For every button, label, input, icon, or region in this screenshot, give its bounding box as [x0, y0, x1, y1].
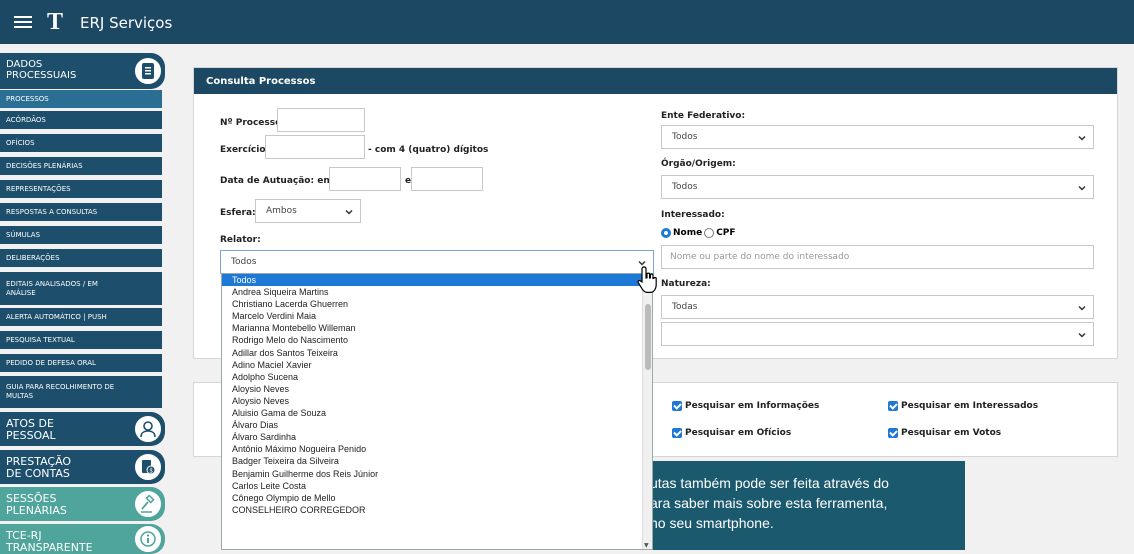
- sidebar-item-representacoes[interactable]: REPRESENTAÇÕES: [0, 180, 162, 198]
- relator-option[interactable]: Andrea Siqueira Martins: [222, 286, 652, 298]
- data-inicio-input[interactable]: [329, 167, 401, 191]
- orgao-select[interactable]: Todos: [661, 175, 1094, 199]
- section-sessoes-plenarias[interactable]: SESSÕES PLENÁRIAS: [0, 487, 165, 521]
- relator-option[interactable]: Todos: [222, 274, 652, 287]
- sidebar-item-guia-multas[interactable]: GUIA PARA RECOLHIMENTO DE MULTAS: [0, 376, 162, 408]
- chevron-down-icon: [1078, 305, 1086, 311]
- radio-cpf[interactable]: [704, 228, 715, 238]
- natureza-select[interactable]: Todas: [661, 295, 1094, 319]
- relator-option[interactable]: Álvaro Sardinha: [222, 431, 652, 443]
- sidebar-item-oficios[interactable]: OFÍCIOS: [0, 134, 162, 152]
- exercicio-hint: - com 4 (quatro) dígitos: [368, 145, 489, 155]
- logo[interactable]: T: [47, 10, 63, 34]
- app-promo-banner: utas também pode ser feita através do ar…: [642, 461, 965, 550]
- document-icon: [133, 56, 163, 86]
- svg-text:$: $: [149, 468, 153, 475]
- relator-option[interactable]: Marianna Montebello Willeman: [222, 322, 652, 334]
- sidebar-item-respostas-consultas[interactable]: RESPOSTAS A CONSULTAS: [0, 203, 162, 221]
- scroll-down-icon[interactable]: ▼: [644, 542, 649, 549]
- relator-option[interactable]: Adino Maciel Xavier: [222, 359, 652, 371]
- esfera-select[interactable]: Ambos: [255, 199, 361, 223]
- sidebar-item-decisoes-plenarias[interactable]: DECISÕES PLENÁRIAS: [0, 157, 162, 175]
- data-fim-input[interactable]: [411, 167, 483, 191]
- sidebar-item-sumulas[interactable]: SÚMULAS: [0, 226, 162, 244]
- relator-select[interactable]: Todos: [220, 250, 654, 274]
- sidebar-item-defesa-oral[interactable]: PEDIDO DE DEFESA ORAL: [0, 354, 162, 372]
- sidebar-item-pesquisa-textual[interactable]: PESQUISA TEXTUAL: [0, 331, 162, 349]
- check-icon: [672, 428, 682, 438]
- relator-option[interactable]: CONSELHEIRO CORREGEDOR: [222, 504, 652, 516]
- checkbox-informacoes[interactable]: Pesquisar em Informações: [672, 401, 819, 411]
- orgao-label: Órgão/Origem:: [661, 159, 736, 169]
- relator-option[interactable]: Antônio Máximo Nogueira Penido: [222, 443, 652, 455]
- section-atos-pessoal[interactable]: ATOS DE PESSOAL: [0, 412, 165, 446]
- natureza-label: Natureza:: [661, 279, 711, 289]
- sidebar-item-editais[interactable]: EDITAIS ANALISADOS / EM ANÁLISE: [0, 272, 162, 305]
- check-icon: [672, 401, 682, 411]
- gavel-icon: [133, 489, 163, 519]
- relator-option[interactable]: Aloysio Neves: [222, 383, 652, 395]
- check-icon: [888, 401, 898, 411]
- checkbox-votos[interactable]: Pesquisar em Votos: [888, 428, 1001, 438]
- relator-option[interactable]: Adillar dos Santos Teixeira: [222, 347, 652, 359]
- scrollbar-thumb[interactable]: [645, 304, 651, 370]
- dropdown-scrollbar[interactable]: ▼: [642, 274, 652, 549]
- user-icon: [133, 414, 163, 444]
- chevron-down-icon: [1078, 185, 1086, 191]
- section-label: DADOS PROCESSUAIS: [6, 59, 77, 81]
- check-icon: [888, 428, 898, 438]
- esfera-label: Esfera:: [220, 208, 256, 218]
- money-icon: $: [133, 452, 163, 482]
- ente-label: Ente Federativo:: [661, 111, 746, 121]
- exercicio-input[interactable]: [265, 135, 365, 159]
- relator-option[interactable]: Christiano Lacerda Ghuerren: [222, 298, 652, 310]
- relator-option[interactable]: Álvaro Dias: [222, 419, 652, 431]
- ente-select[interactable]: Todos: [661, 125, 1094, 149]
- relator-option[interactable]: Badger Teixeira da Silveira: [222, 455, 652, 467]
- relator-option[interactable]: Aloysio Neves: [222, 395, 652, 407]
- section-prestacao-contas[interactable]: PRESTAÇÃO DE CONTAS $: [0, 450, 165, 484]
- relator-option[interactable]: Marcelo Verdini Maia: [222, 310, 652, 322]
- data-autuacao-label: Data de Autuação: entre: [220, 176, 345, 186]
- chevron-down-icon: [345, 209, 353, 215]
- checkbox-interessados[interactable]: Pesquisar em Interessados: [888, 401, 1038, 411]
- top-bar: T ERJ Serviços: [0, 0, 1134, 44]
- relator-option[interactable]: Adolpho Sucena: [222, 371, 652, 383]
- hand-cursor-icon: [637, 266, 657, 293]
- relator-option[interactable]: Carlos Leite Costa: [222, 480, 652, 492]
- chevron-down-icon: [1078, 332, 1086, 338]
- relator-option[interactable]: Rodrigo Melo do Nascimento: [222, 334, 652, 346]
- subnatureza-select[interactable]: [661, 322, 1094, 346]
- exercicio-label: Exercício:: [220, 145, 270, 155]
- sidebar: DADOS PROCESSUAIS PROCESSOS ACÓRDÃOS OFÍ…: [0, 50, 165, 554]
- sidebar-item-acordaos[interactable]: ACÓRDÃOS: [0, 111, 162, 129]
- interessado-label: Interessado:: [661, 210, 725, 220]
- sidebar-item-alerta-automatico[interactable]: ALERTA AUTOMÁTICO | PUSH: [0, 308, 162, 326]
- chevron-down-icon: [1078, 135, 1086, 141]
- processo-input[interactable]: [277, 108, 365, 132]
- interessado-input[interactable]: Nome ou parte do nome do interessado: [661, 245, 1094, 269]
- panel-title: Consulta Processos: [194, 68, 1117, 94]
- sidebar-item-processos[interactable]: PROCESSOS: [0, 90, 162, 108]
- relator-dropdown-list[interactable]: Todos Andrea Siqueira Martins Christiano L…: [221, 273, 653, 550]
- checkbox-oficios[interactable]: Pesquisar em Ofícios: [672, 428, 791, 438]
- brand-text[interactable]: ERJ Serviços: [80, 14, 172, 32]
- relator-option[interactable]: Aluisio Gama de Souza: [222, 407, 652, 419]
- hamburger-menu-icon[interactable]: [14, 13, 32, 31]
- interessado-radio-group: Nome CPF: [661, 228, 736, 238]
- section-dados-processuais[interactable]: DADOS PROCESSUAIS: [0, 53, 165, 89]
- relator-label: Relator:: [220, 235, 261, 245]
- processo-label: Nº Processo:: [220, 118, 285, 128]
- radio-nome[interactable]: [661, 228, 671, 238]
- relator-option[interactable]: Benjamin Guilherme dos Reis Júnior: [222, 468, 652, 480]
- relator-option[interactable]: Cônego Olympio de Mello: [222, 492, 652, 504]
- sidebar-item-deliberacoes[interactable]: DELIBERAÇÕES: [0, 249, 162, 267]
